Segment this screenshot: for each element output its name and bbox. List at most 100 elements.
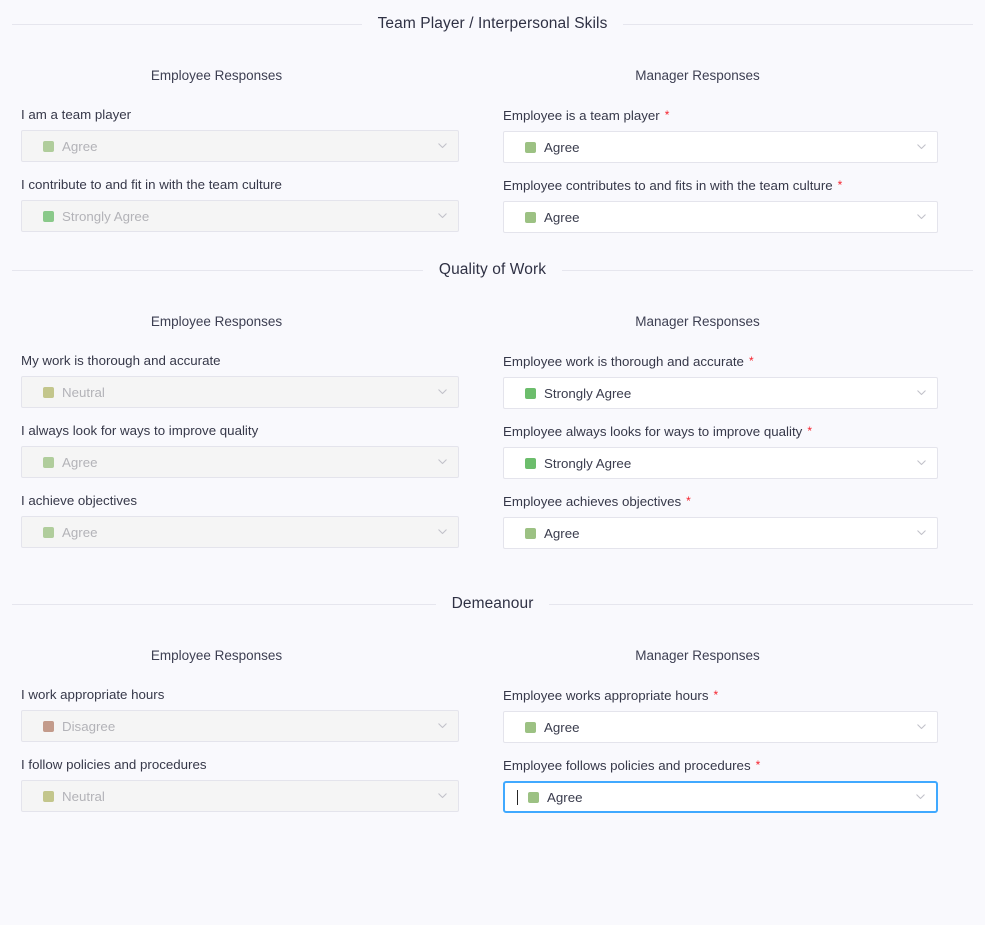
rating-color-dot bbox=[43, 790, 54, 802]
rating-value: Agree bbox=[547, 789, 583, 805]
divider-right bbox=[623, 23, 973, 25]
rating-select[interactable]: Agree bbox=[503, 201, 938, 233]
question-label-text: I follow policies and procedures bbox=[21, 757, 207, 772]
chevron-down-icon bbox=[437, 456, 447, 466]
rating-select: Agree bbox=[21, 516, 459, 548]
question-row: I am a team player Agree Employee is a tea… bbox=[0, 107, 985, 163]
question-cell-left: I work appropriate hours Disagree bbox=[0, 687, 481, 743]
question-label: I always look for ways to improve qualit… bbox=[21, 423, 459, 439]
section-quality-of-work: Quality of Work Employee Responses Manager… bbox=[0, 260, 985, 549]
rating-color-dot bbox=[43, 210, 54, 222]
chevron-down-icon bbox=[437, 386, 447, 396]
question-rows: My work is thorough and accurate Neutral E… bbox=[0, 329, 985, 549]
rating-color-dot bbox=[528, 791, 539, 803]
rating-select[interactable]: Agree bbox=[503, 711, 938, 743]
column-header-manager: Manager Responses bbox=[635, 68, 760, 83]
question-cell-right: Employee achieves objectives * Agree bbox=[481, 493, 962, 549]
question-row: I contribute to and fit in with the team… bbox=[0, 177, 985, 233]
chevron-down-icon[interactable] bbox=[916, 211, 926, 221]
divider-left bbox=[12, 23, 362, 25]
column-headers: Employee Responses Manager Responses bbox=[0, 280, 985, 329]
rating-select[interactable]: Strongly Agree bbox=[503, 447, 938, 479]
rating-color-dot bbox=[525, 211, 536, 223]
rating-value: Agree bbox=[62, 524, 98, 540]
section-title: Quality of Work bbox=[438, 261, 547, 278]
required-asterisk: * bbox=[807, 424, 812, 438]
question-label-text: Employee is a team player bbox=[503, 108, 660, 123]
section-header: Team Player / Interpersonal Skils bbox=[0, 14, 985, 34]
question-label: Employee contributes to and fits in with… bbox=[503, 177, 938, 194]
required-asterisk: * bbox=[686, 494, 691, 508]
chevron-down-icon[interactable] bbox=[916, 141, 926, 151]
question-cell-right: Employee follows policies and procedures… bbox=[481, 757, 962, 813]
question-cell-right: Employee always looks for ways to improv… bbox=[481, 423, 962, 479]
rating-select: Disagree bbox=[21, 710, 459, 742]
question-cell-left: I always look for ways to improve qualit… bbox=[0, 423, 481, 479]
chevron-down-icon bbox=[437, 720, 447, 730]
required-asterisk: * bbox=[755, 758, 761, 772]
rating-value: Strongly Agree bbox=[62, 208, 150, 224]
question-cell-right: Employee works appropriate hours * Agree bbox=[481, 687, 962, 743]
chevron-down-icon bbox=[437, 790, 447, 800]
chevron-down-icon[interactable] bbox=[916, 457, 926, 467]
rating-select: Neutral bbox=[21, 376, 459, 408]
rating-value: Disagree bbox=[62, 718, 116, 734]
rating-color-dot bbox=[43, 386, 54, 398]
question-label-text: Employee work is thorough and accurate bbox=[503, 354, 744, 369]
question-label-text: Employee always looks for ways to improv… bbox=[503, 424, 803, 439]
required-asterisk: * bbox=[713, 688, 719, 702]
question-label-text: Employee follows policies and procedures bbox=[503, 758, 751, 773]
performance-review-form: Team Player / Interpersonal Skils Employe… bbox=[0, 0, 985, 925]
question-label: Employee is a team player * bbox=[503, 107, 938, 124]
rating-value: Agree bbox=[62, 138, 98, 154]
required-asterisk: * bbox=[837, 178, 843, 192]
question-label-text: I am a team player bbox=[21, 107, 132, 122]
rating-select: Neutral bbox=[21, 780, 459, 812]
question-label: I am a team player bbox=[21, 107, 459, 123]
chevron-down-icon[interactable] bbox=[916, 387, 926, 397]
rating-color-dot bbox=[43, 456, 54, 468]
question-cell-left: I follow policies and procedures Neutral bbox=[0, 757, 481, 813]
divider-right bbox=[562, 269, 974, 271]
question-rows: I work appropriate hours Disagree Employee… bbox=[0, 663, 985, 813]
text-cursor bbox=[517, 789, 518, 805]
required-asterisk: * bbox=[748, 354, 754, 368]
question-cell-left: I am a team player Agree bbox=[0, 107, 481, 163]
rating-select[interactable]: Agree bbox=[503, 517, 938, 549]
rating-color-dot bbox=[525, 141, 536, 153]
question-label-text: I achieve objectives bbox=[21, 493, 138, 508]
rating-select[interactable]: Agree bbox=[503, 781, 938, 813]
chevron-down-icon bbox=[437, 210, 447, 220]
rating-value: Agree bbox=[62, 454, 98, 470]
section-title: Team Player / Interpersonal Skils bbox=[377, 15, 608, 32]
question-label: Employee work is thorough and accurate * bbox=[503, 353, 938, 370]
question-cell-left: My work is thorough and accurate Neutral bbox=[0, 353, 481, 409]
section-team-player: Team Player / Interpersonal Skils Employe… bbox=[0, 14, 985, 233]
rating-color-dot bbox=[525, 457, 536, 469]
rating-color-dot bbox=[525, 721, 536, 733]
rating-select: Agree bbox=[21, 130, 459, 162]
rating-value: Agree bbox=[544, 525, 580, 541]
column-headers: Employee Responses Manager Responses bbox=[0, 614, 985, 663]
rating-color-dot bbox=[43, 526, 54, 538]
section-demeanour: Demeanour Employee Responses Manager Respo… bbox=[0, 594, 985, 813]
question-label: I work appropriate hours bbox=[21, 687, 459, 703]
rating-value: Strongly Agree bbox=[544, 385, 632, 401]
question-cell-left: I achieve objectives Agree bbox=[0, 493, 481, 549]
chevron-down-icon[interactable] bbox=[915, 791, 925, 801]
chevron-down-icon[interactable] bbox=[916, 721, 926, 731]
rating-select[interactable]: Strongly Agree bbox=[503, 377, 938, 409]
rating-select[interactable]: Agree bbox=[503, 131, 938, 163]
chevron-down-icon bbox=[437, 526, 447, 536]
question-label-text: I contribute to and fit in with the team… bbox=[21, 177, 282, 192]
question-label: I contribute to and fit in with the team… bbox=[21, 177, 459, 193]
rating-value: Strongly Agree bbox=[544, 455, 632, 471]
rating-value: Agree bbox=[544, 139, 580, 155]
question-cell-right: Employee contributes to and fits in with… bbox=[481, 177, 962, 233]
chevron-down-icon[interactable] bbox=[916, 527, 926, 537]
column-header-manager: Manager Responses bbox=[635, 314, 760, 329]
question-label-text: I work appropriate hours bbox=[21, 687, 165, 702]
question-label-text: Employee works appropriate hours bbox=[503, 688, 709, 703]
